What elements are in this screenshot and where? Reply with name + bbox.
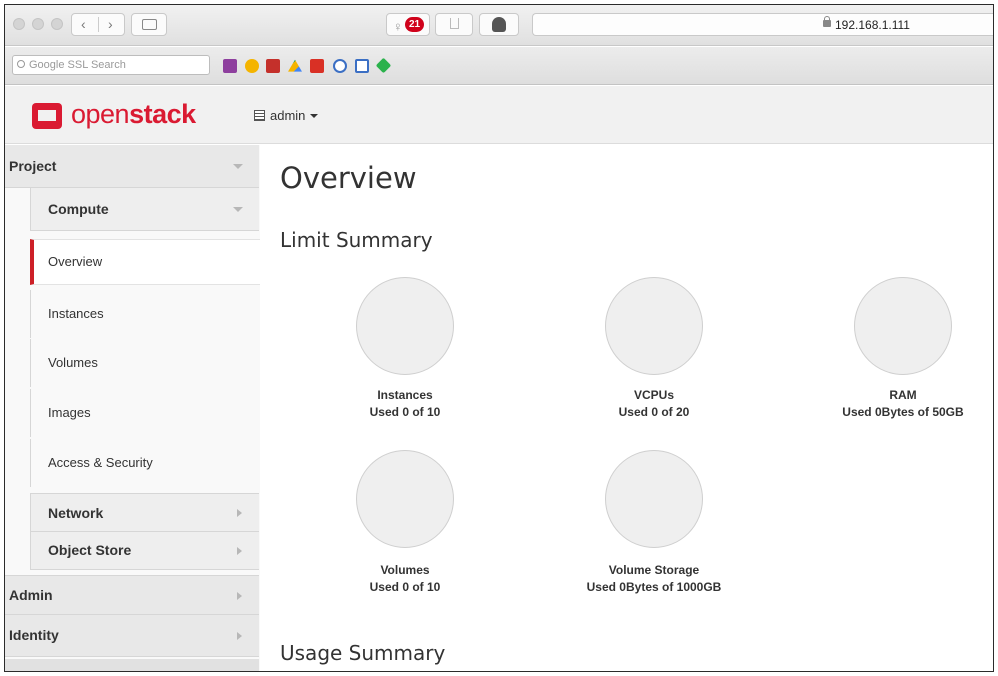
address-bar[interactable]: 192.168.1.111 [532, 13, 993, 36]
notifications-button[interactable]: ♀ 21 [386, 13, 430, 36]
project-name: admin [270, 108, 306, 123]
main-content: Overview Limit Summary Instances Used 0 … [260, 145, 993, 671]
sidebar-group-label: Network [48, 505, 104, 521]
limit-name: VCPUs [633, 388, 674, 402]
google-search-field[interactable]: Google SSL Search [12, 55, 210, 75]
instances-limit-label: Instances Used 0 of 10 [305, 387, 505, 421]
sidebar-toggle-button[interactable] [131, 13, 167, 36]
limit-usage: Used 0 of 10 [369, 580, 441, 594]
sidebar-footer [5, 659, 259, 671]
sidebar-item-label: Instances [48, 306, 104, 321]
ram-limit-label: RAM Used 0Bytes of 50GB [803, 387, 993, 421]
browser-toolbar: ‹ › ♀ 21 192.168.1.111 [5, 5, 993, 46]
minimize-window-button[interactable] [32, 18, 44, 30]
back-forward-buttons[interactable]: ‹ › [71, 13, 125, 36]
search-placeholder: Google SSL Search [29, 59, 126, 71]
vcpus-usage-pie [605, 277, 703, 375]
extension-button[interactable] [479, 13, 519, 36]
sidebar-panel-identity[interactable]: Identity [5, 615, 259, 657]
volumes-usage-pie [356, 450, 454, 548]
lock-icon [823, 16, 831, 27]
close-window-button[interactable] [13, 18, 25, 30]
sidebar-group-compute[interactable]: Compute [30, 188, 259, 231]
volumes-limit-label: Volumes Used 0 of 10 [305, 562, 505, 596]
limit-summary-heading: Limit Summary [280, 228, 433, 252]
limit-name: RAM [889, 388, 917, 402]
sidebar-item-label: Images [48, 405, 91, 420]
calendar-icon[interactable] [223, 59, 237, 73]
ghostery-icon [492, 17, 506, 32]
sidebar-icon [142, 19, 157, 30]
sidebar-panel-label: Project [9, 158, 57, 174]
sidebar-group-label: Compute [48, 201, 109, 217]
limit-usage: Used 0 of 10 [369, 405, 441, 419]
sidebar-item-label: Overview [48, 254, 103, 269]
share-button[interactable] [435, 13, 473, 36]
sidebar-panel-project[interactable]: Project [5, 145, 259, 188]
sidebar-item-volumes[interactable]: Volumes [30, 339, 259, 387]
sidebar-group-object-store[interactable]: Object Store [30, 532, 259, 570]
sidebar-item-images[interactable]: Images [30, 389, 259, 437]
ram-usage-pie [854, 277, 952, 375]
project-icon [254, 110, 265, 121]
openstack-header: openstack admin [5, 86, 993, 144]
chevron-right-icon [237, 632, 242, 640]
youtube-icon[interactable] [266, 59, 280, 73]
usage-summary-heading: Usage Summary [280, 641, 446, 665]
back-icon[interactable]: ‹ [81, 14, 86, 34]
zoom-window-button[interactable] [51, 18, 63, 30]
forward-icon[interactable]: › [108, 14, 113, 34]
bookmarks-bar: Google SSL Search [5, 47, 993, 85]
limit-usage: Used 0 of 20 [618, 405, 690, 419]
address-url: 192.168.1.111 [835, 18, 910, 32]
limit-name: Instances [377, 388, 433, 402]
openstack-logo-text[interactable]: openstack [71, 99, 196, 130]
chevron-right-icon [237, 547, 242, 555]
share-icon [450, 18, 459, 29]
chevron-down-icon [233, 164, 243, 169]
sidebar-panel-label: Admin [9, 587, 53, 603]
whatsapp-icon[interactable] [333, 59, 347, 73]
sidebar-group-label: Object Store [48, 542, 132, 558]
sidebar-item-label: Access & Security [48, 455, 153, 470]
page-title: Overview [280, 161, 417, 195]
person-icon: ♀ [393, 19, 403, 34]
feedly-icon[interactable] [375, 57, 392, 74]
chevron-down-icon [233, 207, 243, 212]
sidebar-item-overview[interactable]: Overview [30, 239, 260, 285]
browser-window: ‹ › ♀ 21 192.168.1.111 Google SSL Search [4, 4, 994, 672]
sidebar: Project Compute Overview Instances Volum… [5, 145, 260, 671]
volume-storage-limit-label: Volume Storage Used 0Bytes of 1000GB [554, 562, 754, 596]
limit-usage: Used 0Bytes of 50GB [842, 405, 964, 419]
contacts-icon[interactable] [245, 59, 259, 73]
chevron-right-icon [237, 509, 242, 517]
sidebar-panel-admin[interactable]: Admin [5, 575, 259, 615]
volume-storage-usage-pie [605, 450, 703, 548]
sidebar-group-network[interactable]: Network [30, 493, 259, 532]
window-icon[interactable] [355, 59, 369, 73]
vcpus-limit-label: VCPUs Used 0 of 20 [554, 387, 754, 421]
chevron-down-icon [310, 114, 319, 118]
limit-usage: Used 0Bytes of 1000GB [586, 580, 722, 594]
notification-badge: 21 [405, 17, 424, 32]
drive-icon[interactable] [288, 59, 302, 72]
sidebar-item-access-security[interactable]: Access & Security [30, 439, 259, 487]
sidebar-panel-label: Identity [9, 627, 59, 643]
sidebar-item-instances[interactable]: Instances [30, 290, 259, 338]
instances-usage-pie [356, 277, 454, 375]
chevron-right-icon [237, 592, 242, 600]
gmail-icon[interactable] [310, 59, 324, 73]
limit-name: Volumes [380, 563, 430, 577]
search-icon [17, 60, 25, 68]
openstack-logo-icon[interactable] [32, 103, 62, 129]
project-selector[interactable]: admin [254, 108, 319, 123]
sidebar-item-label: Volumes [48, 355, 98, 370]
limit-name: Volume Storage [608, 563, 700, 577]
